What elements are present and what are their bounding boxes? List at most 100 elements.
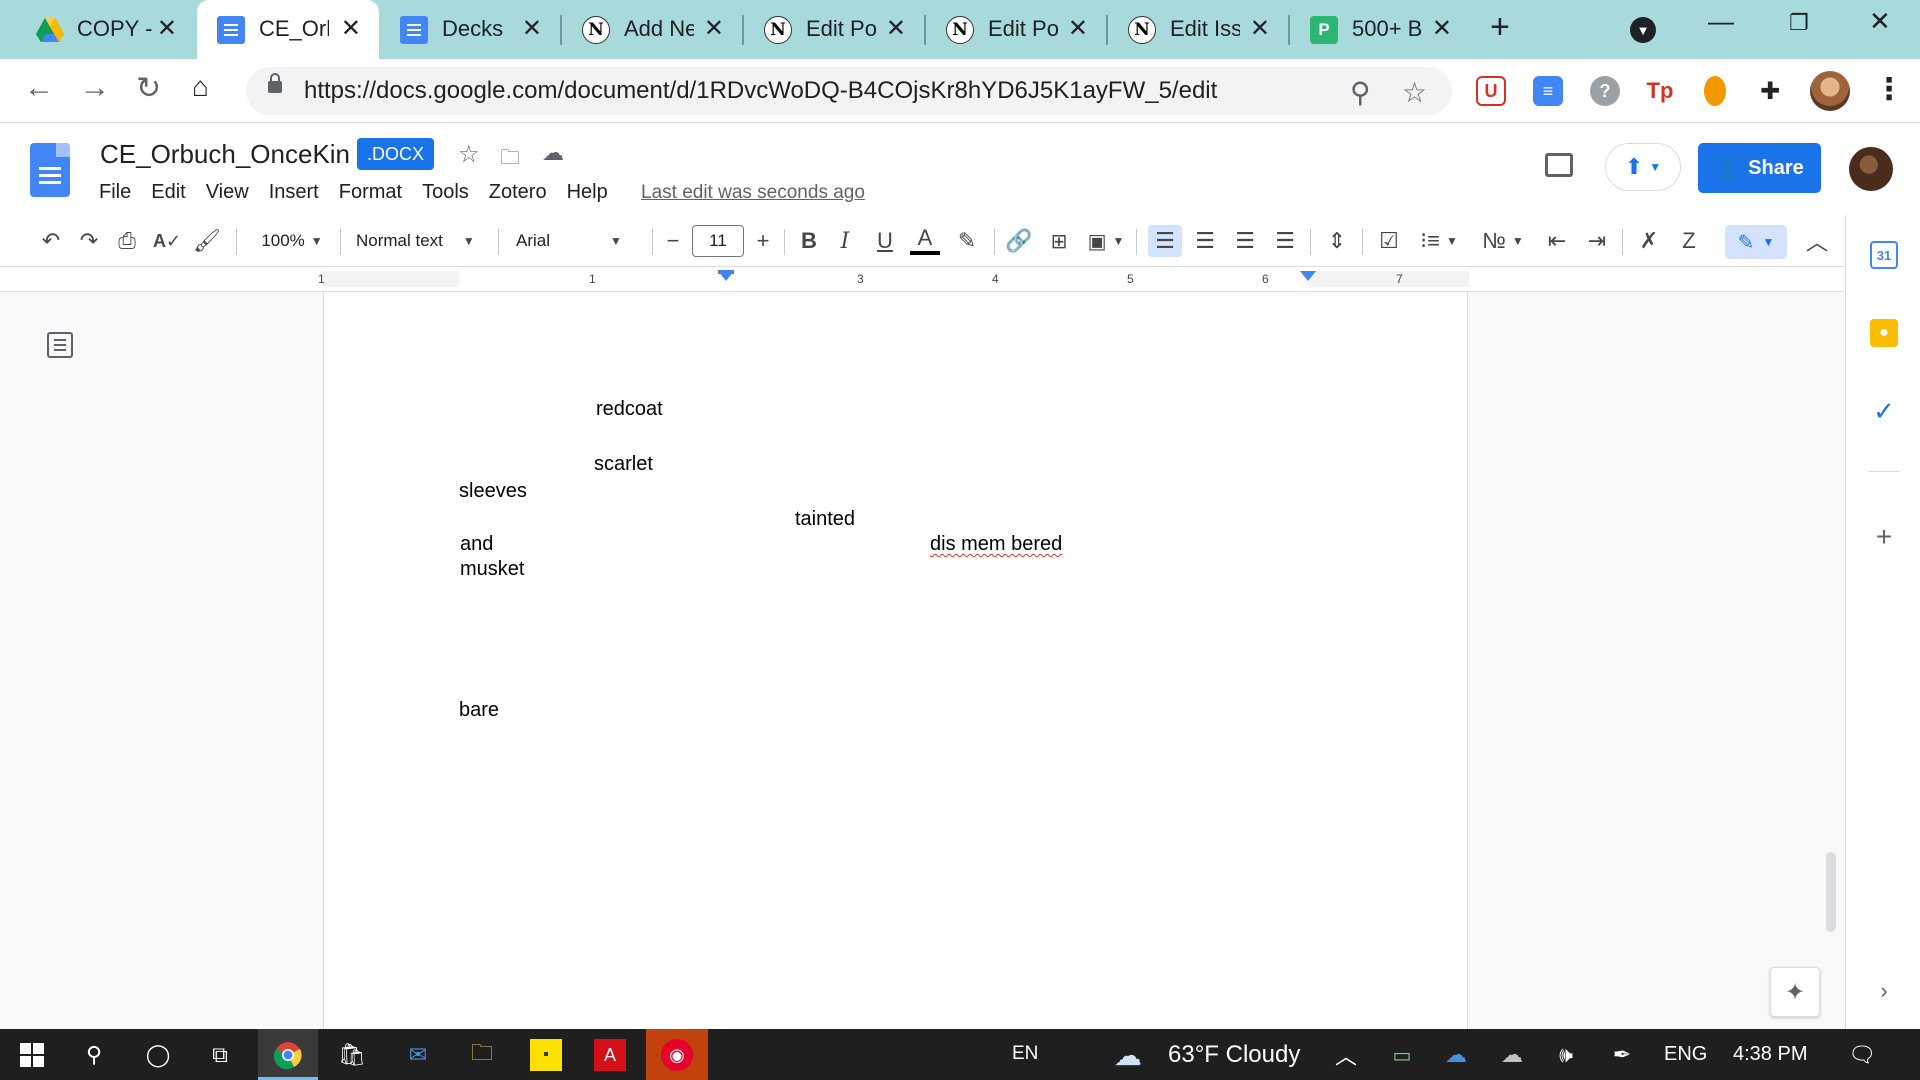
menu-view[interactable]: View <box>206 181 249 204</box>
orange-extension-icon[interactable] <box>1704 76 1726 106</box>
input-language[interactable]: ENG <box>1664 1043 1707 1066</box>
explore-button[interactable]: ✦ <box>1770 967 1820 1017</box>
bulleted-list-icon[interactable]: ⁝≡ ▼ <box>1414 225 1464 257</box>
tab-ce-orbuch[interactable]: CE_Orb ✕ <box>197 0 379 59</box>
menu-zotero[interactable]: Zotero <box>489 181 547 204</box>
comment-history-icon[interactable] <box>1545 153 1573 177</box>
home-icon[interactable]: ⌂ <box>192 71 209 103</box>
forward-icon[interactable]: → <box>80 71 110 105</box>
expand-panel-icon[interactable]: › <box>1870 977 1898 1005</box>
pen-icon[interactable]: ✒ <box>1606 1039 1638 1071</box>
tab-500-b[interactable]: P 500+ B ✕ <box>1290 0 1470 59</box>
profile-avatar[interactable] <box>1810 71 1850 111</box>
chrome-icon[interactable] <box>272 1039 304 1071</box>
minimize-icon[interactable]: — <box>1708 6 1734 37</box>
browser-menu-icon[interactable]: ⋮ <box>1874 72 1904 107</box>
spellcheck-icon[interactable]: A✓ <box>152 225 182 257</box>
paint-format-icon[interactable]: 🖌 <box>192 225 222 257</box>
increase-indent-icon[interactable]: ⇥ <box>1580 225 1614 257</box>
increase-font-size-icon[interactable]: + <box>750 225 776 257</box>
star-icon[interactable]: ☆ <box>458 140 480 169</box>
google-docs-logo[interactable] <box>30 143 70 197</box>
tp-extension-icon[interactable]: Tp <box>1645 76 1675 106</box>
menu-edit[interactable]: Edit <box>151 181 185 204</box>
trend-micro-icon[interactable]: ◉ <box>661 1039 693 1071</box>
menu-file[interactable]: File <box>99 181 131 204</box>
add-addon-icon[interactable]: + <box>1870 521 1898 552</box>
bookmark-star-icon[interactable]: ☆ <box>1402 76 1427 109</box>
onedrive-icon[interactable]: ☁ <box>1440 1039 1472 1071</box>
align-left-icon[interactable]: ☰ <box>1148 225 1182 257</box>
redo-icon[interactable]: ↷ <box>74 225 104 257</box>
input-language-short[interactable]: EN <box>1012 1043 1038 1065</box>
menu-format[interactable]: Format <box>339 181 402 204</box>
tasks-icon[interactable]: ✓ <box>1870 396 1898 426</box>
tab-edit-issue[interactable]: N Edit Iss ✕ <box>1108 0 1288 59</box>
mail-icon[interactable]: ✉ <box>402 1039 434 1071</box>
close-icon[interactable]: ✕ <box>341 14 361 43</box>
avatar[interactable] <box>1849 147 1893 191</box>
zoom-select[interactable]: 100% ▼ <box>252 225 332 257</box>
tab-decks[interactable]: Decks ✕ <box>380 0 560 59</box>
underline-icon[interactable]: U <box>870 225 900 257</box>
search-icon[interactable]: ⚲ <box>78 1039 110 1071</box>
decrease-font-size-icon[interactable]: − <box>660 225 686 257</box>
insert-link-icon[interactable]: 🔗 <box>1004 225 1034 257</box>
tab-copy[interactable]: COPY - ✕ <box>0 0 195 59</box>
back-icon[interactable]: ← <box>24 71 54 105</box>
volume-icon[interactable]: 🕪 <box>1550 1039 1582 1071</box>
reload-icon[interactable]: ↻ <box>136 71 161 106</box>
close-icon[interactable]: ✕ <box>522 14 542 43</box>
left-indent-marker[interactable] <box>718 271 734 281</box>
numbered-list-icon[interactable]: № ▼ <box>1478 225 1528 257</box>
cloud-weather-icon[interactable]: ☁ <box>1112 1039 1144 1071</box>
collapse-menus-icon[interactable]: ︿ <box>1802 225 1832 257</box>
last-edit-link[interactable]: Last edit was seconds ago <box>641 182 865 204</box>
new-tab-button[interactable]: + <box>1490 8 1510 47</box>
clock-time[interactable]: 4:38 PM <box>1733 1043 1807 1066</box>
close-icon[interactable]: ✕ <box>1432 14 1452 43</box>
restore-icon[interactable]: ❐ <box>1789 10 1809 36</box>
zoom-icon[interactable]: ⚲ <box>1350 76 1371 109</box>
checklist-icon[interactable]: ☑ <box>1372 225 1406 257</box>
italic-icon[interactable]: I <box>830 225 860 257</box>
right-indent-marker[interactable] <box>1300 271 1316 281</box>
menu-insert[interactable]: Insert <box>269 181 319 204</box>
close-icon[interactable]: ✕ <box>886 14 906 43</box>
store-icon[interactable]: 🛍 <box>336 1039 368 1071</box>
weather-text[interactable]: 63°F Cloudy <box>1168 1041 1300 1069</box>
help-extension-icon[interactable]: ? <box>1590 76 1620 106</box>
close-icon[interactable]: ✕ <box>1068 14 1088 43</box>
onedrive-paused-icon[interactable]: ☁ <box>1496 1039 1528 1071</box>
extensions-puzzle-icon[interactable]: ✚ <box>1755 76 1785 106</box>
font-size-input[interactable]: 11 <box>692 225 744 257</box>
menu-tools[interactable]: Tools <box>422 181 469 204</box>
paragraph-style-select[interactable]: Normal text ▼ <box>356 225 488 257</box>
present-button[interactable]: ⬆ ▼ <box>1605 143 1681 191</box>
font-family-select[interactable]: Arial ▼ <box>516 225 646 257</box>
docs-extension-icon[interactable]: ≡ <box>1533 76 1563 106</box>
document-page[interactable]: redcoat scarlet sleeves tainted and dis … <box>323 292 1468 1029</box>
undo-icon[interactable]: ↶ <box>36 225 66 257</box>
file-explorer-icon[interactable]: 🗀 <box>466 1039 498 1071</box>
line-spacing-icon[interactable]: ⇕ <box>1320 225 1354 257</box>
close-icon[interactable]: ✕ <box>157 14 177 43</box>
window-close-icon[interactable]: ✕ <box>1869 6 1891 37</box>
battery-charging-icon[interactable]: ▭ <box>1386 1039 1418 1071</box>
document-outline-icon[interactable] <box>47 332 73 358</box>
tab-add-new[interactable]: N Add Ne ✕ <box>562 0 742 59</box>
text-color-icon[interactable]: A <box>910 225 940 255</box>
clear-formatting-icon[interactable]: ✗ <box>1632 225 1666 257</box>
align-justify-icon[interactable]: ☰ <box>1268 225 1302 257</box>
windows-start-icon[interactable] <box>16 1039 48 1071</box>
chevron-up-icon[interactable]: ︿ <box>1330 1039 1362 1071</box>
editing-mode-button[interactable]: ✎ ▼ <box>1725 225 1787 259</box>
document-title[interactable]: CE_Orbuch_OnceKin <box>100 139 350 170</box>
acrobat-icon[interactable]: A <box>594 1039 626 1071</box>
print-icon[interactable]: ⎙ <box>112 225 142 257</box>
tab-edit-post-1[interactable]: N Edit Pos ✕ <box>744 0 924 59</box>
menu-help[interactable]: Help <box>567 181 608 204</box>
tab-edit-post-2[interactable]: N Edit Pos ✕ <box>926 0 1106 59</box>
url-text[interactable]: https://docs.google.com/document/d/1RDvc… <box>304 77 1217 105</box>
keep-icon[interactable]: ● <box>1870 319 1898 347</box>
